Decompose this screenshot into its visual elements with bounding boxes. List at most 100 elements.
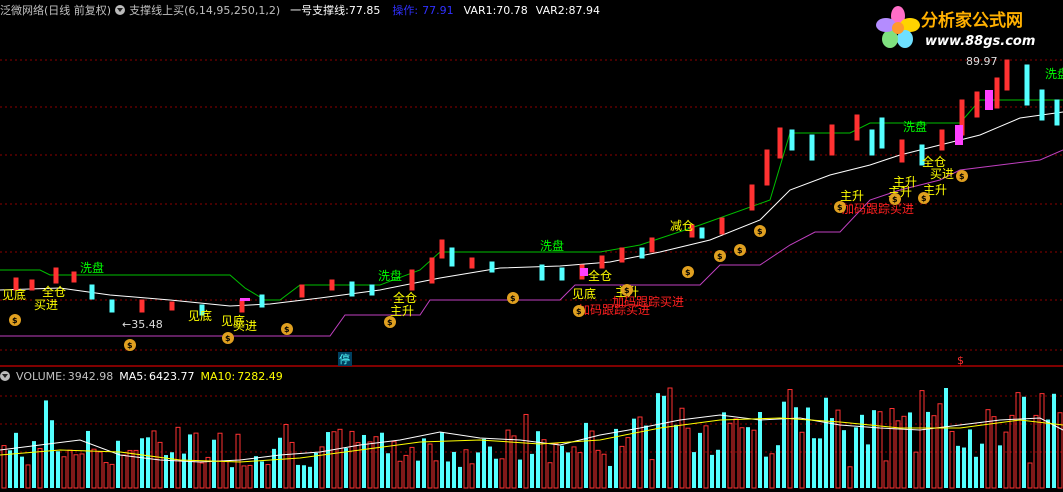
volume-bar [601,453,607,489]
volume-bar [373,436,379,489]
volume-bar [265,464,271,489]
ma5-value: 6423.77 [149,369,195,383]
volume-bar [854,427,858,488]
volume-bar [703,425,709,489]
volume-bar [440,432,444,488]
volume-bar [116,440,120,488]
volume-bar [980,443,984,488]
bottom-label-2: 见底 [188,308,212,323]
volume-bar [913,451,919,489]
volume-bar [133,449,139,489]
wash-label-2: 洗盘 [378,268,402,283]
volume-bar [1015,392,1021,489]
svg-text:$: $ [576,307,582,316]
price-chart[interactable]: 洗盘 洗盘 洗盘 洗盘 洗盘 见底 全仓 买进 见底 见底 买进 全仓 主升 见… [0,0,1063,492]
volume-bar [727,422,733,489]
volume-bar [824,397,828,488]
money-bag-icon: $ [222,332,234,344]
volume-bar [799,431,805,489]
volume-bar [739,427,745,489]
high-price-label: 89.97 [966,55,998,68]
volume-bar [103,462,109,489]
wash-label-1: 洗盘 [80,260,104,275]
volume-bar [272,448,276,488]
volume-bar [937,403,943,489]
volume-menu-icon[interactable] [0,371,10,381]
volume-bar [97,451,103,489]
cangwei-label-2: 全仓 [393,290,417,305]
volume-bar [337,428,343,489]
money-bag-icon: $ [507,292,519,304]
volume-bar [584,422,588,488]
volume-bar [787,389,793,489]
volume-bar [37,448,43,489]
volume-bar [199,462,205,489]
buy-label-1: 买进 [34,298,58,312]
volume-bar [212,439,216,488]
volume-bar [842,430,846,488]
low-price-label: ←35.48 [122,318,163,331]
rise-label-3: 主升 [840,189,864,203]
volume-bar [157,441,163,489]
svg-text:$: $ [837,203,843,212]
svg-text:$: $ [685,268,691,277]
volume-bar [380,432,384,488]
cangwei-label-1: 全仓 [42,284,66,299]
volume-bar [56,451,60,488]
volume-bar [571,446,577,489]
money-bag-icon: $ [889,193,901,205]
svg-text:$: $ [737,246,743,255]
volume-header: VOLUME: 3942.98 MA5: 6423.77 MA10: 7282.… [0,369,289,383]
volume-bar [296,464,300,488]
volume-bar [1022,396,1026,488]
cangwei-label-3: 全仓 [588,268,612,283]
reduce-label: 减仓 [670,219,694,233]
volume-bar [818,438,822,488]
volume-bar [619,445,625,489]
volume-bar [494,458,498,488]
volume-bar [608,465,612,488]
volume-bar [662,395,666,488]
volume-bar [746,427,750,488]
volume-bar [331,431,337,489]
volume-bar [847,466,853,489]
volume-bar [67,449,73,489]
volume-bar [625,437,631,489]
volume-bar [488,446,492,488]
volume-label: VOLUME: [16,369,66,383]
svg-text:$: $ [624,286,630,295]
ma5-label: MA5: [119,369,148,383]
volume-bar [860,414,864,488]
volume-bar [956,445,960,488]
money-bag-icon: $ [682,266,694,278]
bottom-label-4: 见底 [572,286,596,301]
money-bag-icon: $ [956,170,968,182]
price-gridlines [0,59,1063,453]
volume-bar [1046,419,1050,488]
volume-bar [91,448,97,489]
volume-bar [1003,431,1009,489]
volume-bar [764,456,768,488]
volume-bar [8,450,12,488]
volume-bar [409,446,415,489]
volume-bar [170,452,174,488]
volume-bar [403,454,409,489]
volume-bar [386,453,390,488]
volume-value: 3942.98 [67,369,114,383]
volume-bar [182,453,186,488]
volume-bar [656,393,660,488]
volume-bar [889,408,895,489]
svg-text:$: $ [12,316,18,325]
volume-bar [86,430,90,488]
volume-bar [866,444,870,488]
volume-bar [530,453,534,488]
volume-bar [278,437,282,488]
money-bag-icon: $ [714,250,726,262]
volume-bar [710,454,714,488]
volume-bar [73,454,79,489]
bottom-label-1: 见底 [2,287,26,302]
volume-bar [830,418,834,488]
volume-bar [685,427,691,489]
volume-bar [919,390,925,489]
volume-bar [1039,393,1045,489]
